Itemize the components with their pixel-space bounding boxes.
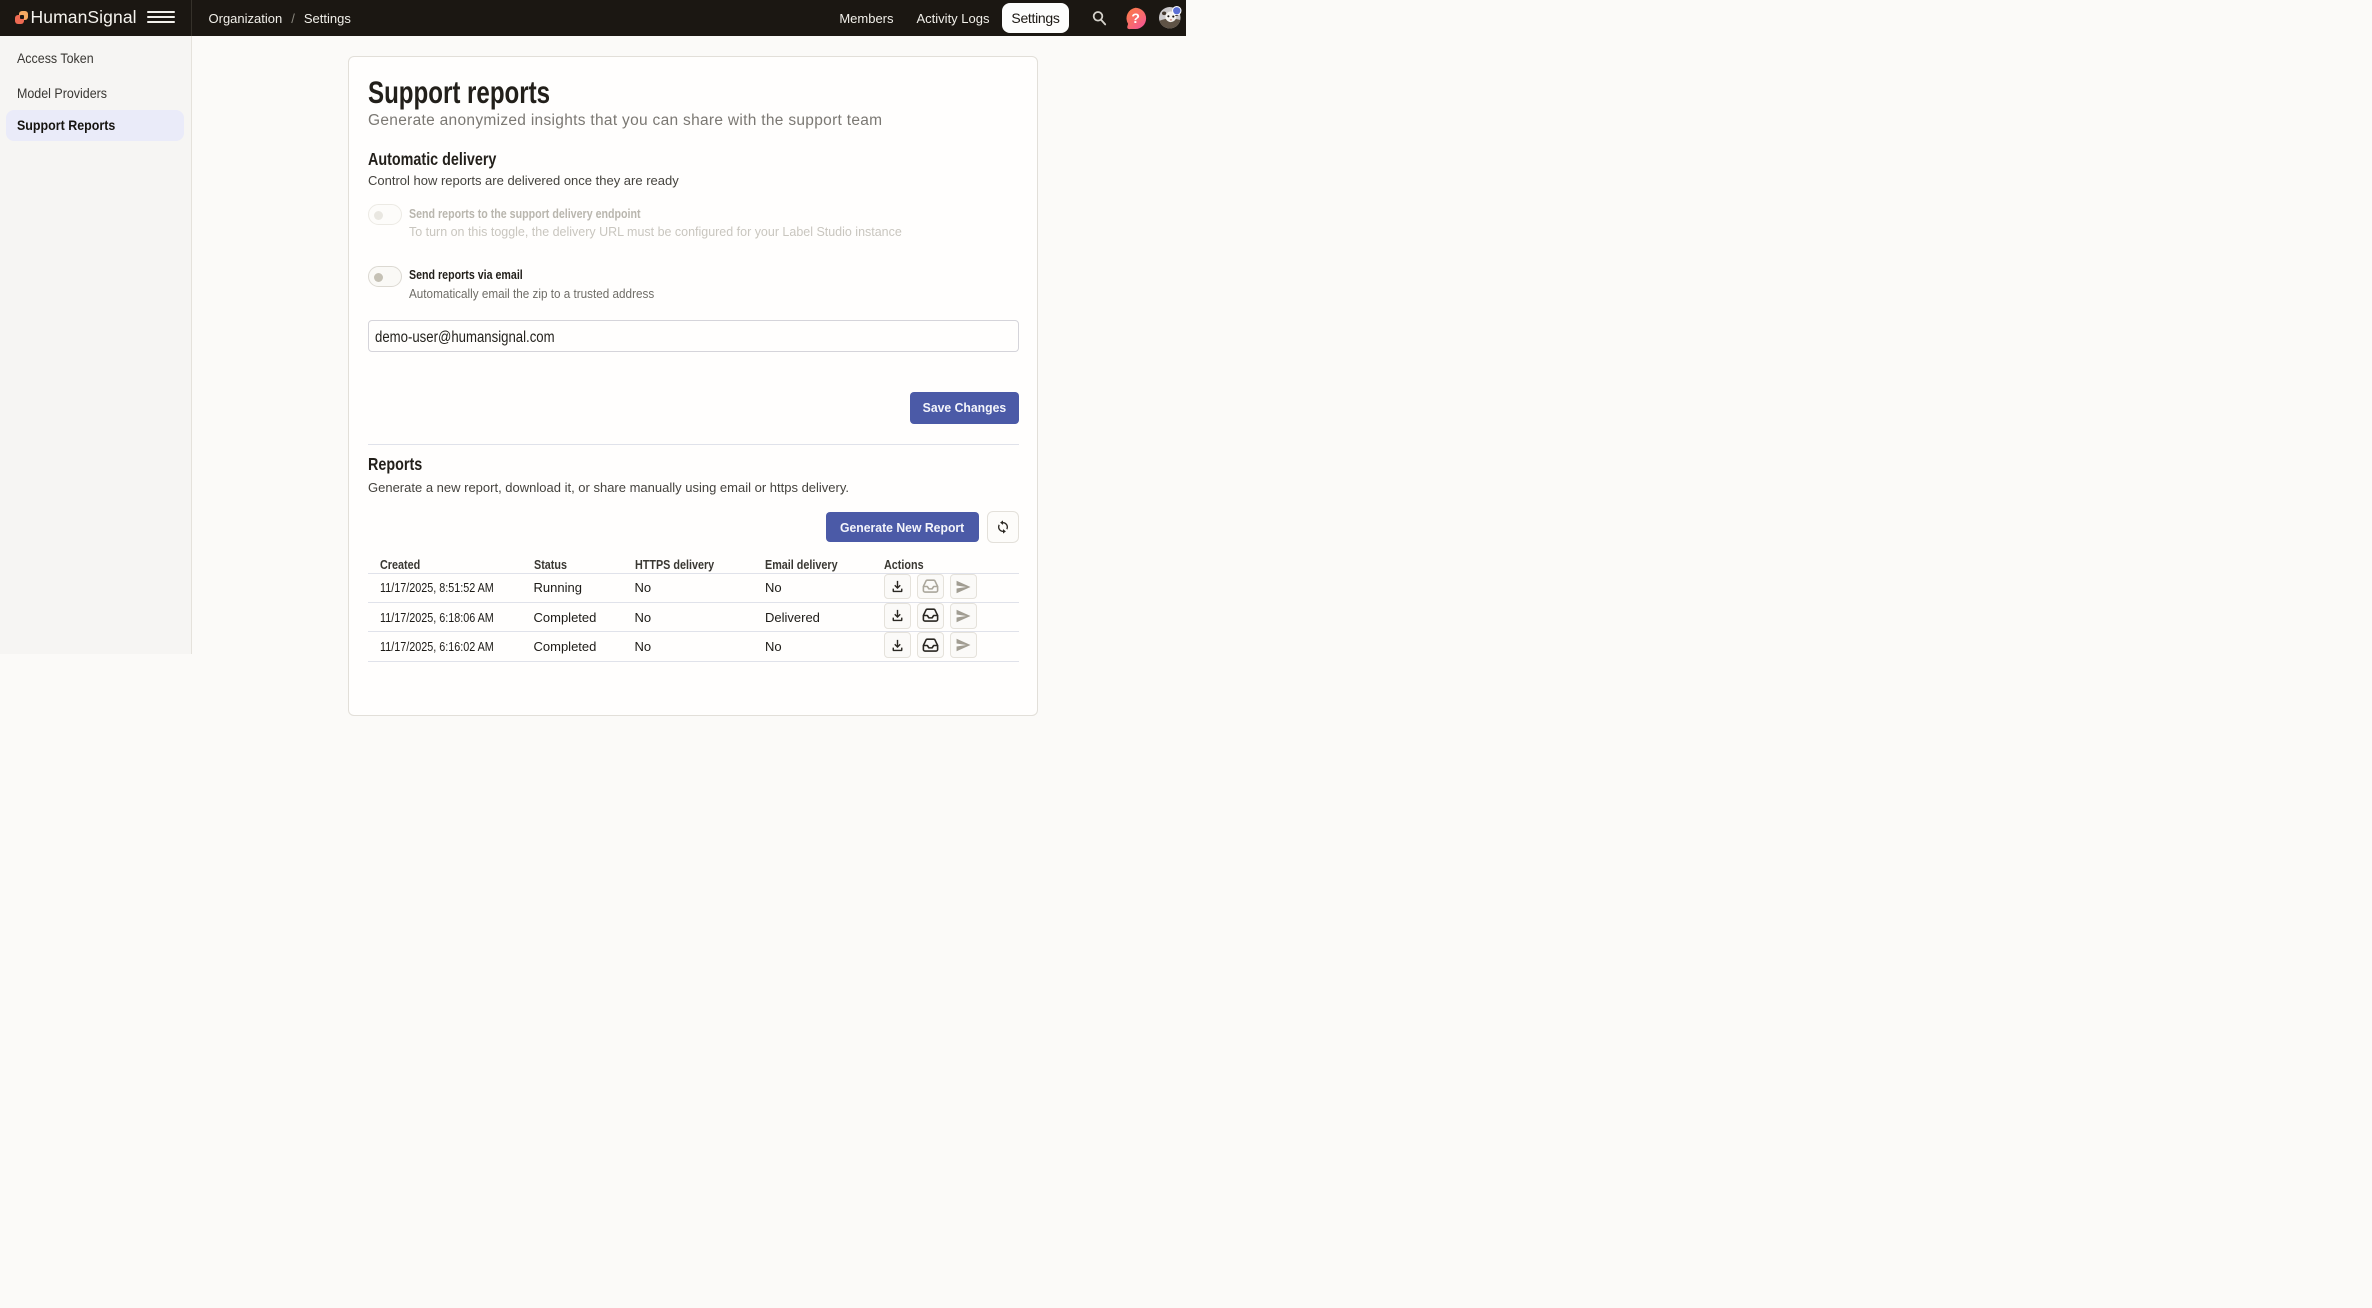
svg-text:?: ? bbox=[1131, 10, 1140, 26]
